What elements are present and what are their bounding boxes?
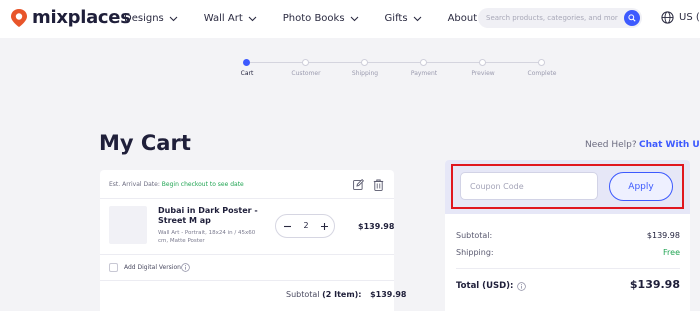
step-dot-shipping bbox=[361, 59, 368, 66]
order-summary-card: Apply Subtotal: $139.98 Shipping: Free T… bbox=[445, 160, 690, 311]
quantity-increase-button[interactable] bbox=[317, 219, 331, 233]
step-label-payment: Payment bbox=[410, 70, 438, 77]
summary-total-label: Total (USD): bbox=[456, 281, 527, 291]
step-dot-customer bbox=[302, 59, 309, 66]
nav-item-photo-books[interactable]: Photo Books bbox=[283, 12, 359, 26]
product-thumbnail[interactable] bbox=[109, 206, 147, 244]
step-dot-complete bbox=[538, 59, 545, 66]
step-label-cart: Cart bbox=[240, 70, 254, 77]
nav-item-label: Gifts bbox=[384, 13, 408, 24]
digital-version-label[interactable]: Add Digital Version bbox=[124, 264, 181, 271]
region-selector[interactable]: US (U bbox=[661, 11, 700, 24]
quantity-stepper: 2 bbox=[275, 214, 335, 238]
step-dot-payment bbox=[420, 59, 427, 66]
edit-icon[interactable] bbox=[353, 179, 364, 190]
nav-item-designs[interactable]: Designs bbox=[124, 12, 178, 26]
item-price: $139.98 bbox=[358, 222, 395, 231]
logo-mark-icon bbox=[11, 9, 27, 27]
product-description: Wall Art - Portrait, 18x24 in / 45x60 cm… bbox=[158, 230, 256, 244]
globe-icon bbox=[661, 11, 674, 24]
chevron-down-icon bbox=[169, 16, 178, 22]
summary-shipping-label: Shipping: bbox=[456, 248, 494, 257]
info-icon[interactable] bbox=[181, 263, 190, 272]
card-divider bbox=[100, 254, 394, 255]
quantity-decrease-button[interactable] bbox=[280, 219, 294, 233]
summary-total-value: $139.98 bbox=[629, 278, 680, 291]
step-dot-preview bbox=[479, 59, 486, 66]
digital-version-checkbox[interactable] bbox=[109, 263, 118, 272]
card-divider bbox=[100, 280, 394, 281]
summary-total-text: Total (USD): bbox=[456, 281, 514, 291]
summary-divider bbox=[456, 268, 680, 269]
arrival-checkout-link[interactable]: Begin checkout to see date bbox=[162, 181, 244, 188]
search-bar bbox=[478, 8, 642, 28]
plus-icon bbox=[320, 222, 328, 230]
cart-subtotal-label: Subtotal bbox=[286, 290, 320, 299]
search-icon bbox=[628, 14, 636, 22]
summary-subtotal-value: $139.98 bbox=[646, 231, 680, 240]
arrival-prefix: Est. Arrival Date: bbox=[109, 181, 160, 188]
step-label-customer: Customer bbox=[291, 70, 321, 77]
main-nav: Designs Wall Art Photo Books Gifts About bbox=[124, 12, 491, 26]
checkout-stepper: Cart Customer Shipping Payment Preview C… bbox=[0, 56, 700, 82]
summary-shipping-value: Free bbox=[663, 248, 680, 257]
coupon-section: Apply bbox=[445, 160, 690, 214]
step-label-complete: Complete bbox=[527, 70, 557, 77]
chevron-down-icon bbox=[350, 16, 358, 22]
nav-item-label: About bbox=[447, 13, 478, 24]
cart-subtotal-amount: $139.98 bbox=[370, 290, 407, 299]
nav-item-gifts[interactable]: Gifts bbox=[385, 12, 422, 26]
step-label-shipping: Shipping bbox=[351, 70, 379, 77]
step-dot-cart bbox=[243, 59, 250, 66]
info-icon[interactable] bbox=[517, 281, 527, 291]
step-label-preview: Preview bbox=[471, 70, 495, 77]
chat-with-us-link[interactable]: Chat With Us bbox=[639, 140, 700, 150]
nav-item-label: Photo Books bbox=[282, 13, 345, 24]
cart-subtotal: Subtotal (2 Item): $139.98 bbox=[286, 290, 407, 299]
cart-items-card: Est. Arrival Date: Begin checkout to see… bbox=[100, 170, 407, 311]
quantity-value[interactable]: 2 bbox=[298, 221, 314, 230]
summary-subtotal-label: Subtotal: bbox=[456, 231, 493, 240]
top-header: mixplaces Designs Wall Art Photo Books G… bbox=[0, 0, 700, 38]
search-input[interactable] bbox=[486, 11, 618, 25]
chevron-down-icon bbox=[413, 16, 421, 22]
nav-item-wall-art[interactable]: Wall Art bbox=[204, 12, 257, 26]
chevron-down-icon bbox=[248, 16, 257, 22]
nav-item-label: Designs bbox=[124, 13, 164, 24]
brand-logo[interactable]: mixplaces bbox=[9, 8, 131, 28]
product-name[interactable]: Dubai in Dark Poster - Street M ap bbox=[158, 206, 268, 226]
arrival-date: Est. Arrival Date: Begin checkout to see… bbox=[109, 181, 244, 188]
highlight-box bbox=[451, 164, 684, 209]
card-divider bbox=[100, 198, 394, 199]
region-label: US (U bbox=[679, 12, 700, 23]
nav-item-label: Wall Art bbox=[203, 13, 243, 24]
stepper-track bbox=[250, 62, 540, 63]
page-title: My Cart bbox=[99, 131, 191, 155]
trash-icon[interactable] bbox=[373, 179, 384, 191]
brand-name: mixplaces bbox=[32, 7, 131, 28]
cart-subtotal-count: (2 Item): bbox=[322, 290, 362, 299]
need-help-text: Need Help? bbox=[585, 140, 637, 150]
minus-icon bbox=[283, 225, 291, 227]
search-button[interactable] bbox=[624, 10, 640, 26]
